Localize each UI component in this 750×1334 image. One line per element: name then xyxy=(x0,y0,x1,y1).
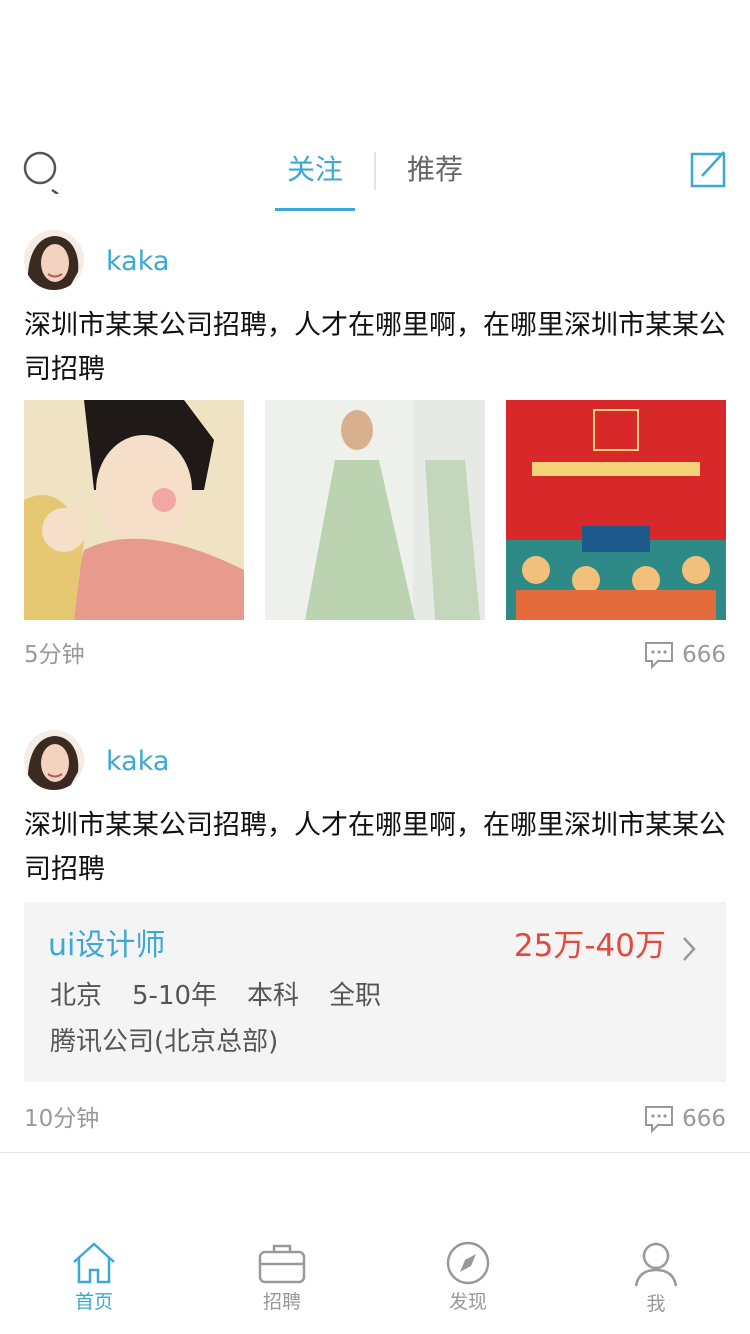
job-education: 本科 xyxy=(247,981,300,1011)
post-text: 深圳市某某公司招聘，人才在哪里啊，在哪里深圳市某某公司招聘 xyxy=(24,310,726,385)
comment-icon xyxy=(645,642,674,670)
job-company: 腾讯公司(北京总部) xyxy=(50,1027,279,1057)
divider xyxy=(0,1152,750,1153)
comment-count-value: 666 xyxy=(682,1106,726,1132)
tabbar-label: 招聘 xyxy=(262,1291,301,1313)
tabbar-item-profile[interactable]: 我 xyxy=(596,1240,716,1316)
tabbar-item-discover[interactable]: 发现 xyxy=(408,1240,528,1314)
top-bar: 关注 推荐 xyxy=(0,140,750,212)
username[interactable]: kaka xyxy=(106,744,169,780)
job-meta: 北京 5-10年 本科 全职 xyxy=(50,978,381,1014)
feed-tabs: 关注 推荐 xyxy=(0,140,750,212)
tab-follow[interactable]: 关注 xyxy=(287,150,343,190)
job-card[interactable]: ui设计师 25万-40万 北京 5-10年 本科 全职 腾讯公司(北京总部) xyxy=(24,902,726,1082)
comment-count[interactable]: 666 xyxy=(644,640,726,670)
home-icon xyxy=(73,1242,115,1284)
user-icon xyxy=(634,1242,678,1287)
edit-icon[interactable] xyxy=(690,150,726,188)
tabbar-item-home[interactable]: 首页 xyxy=(34,1240,154,1314)
active-tab-indicator xyxy=(275,208,355,211)
username[interactable]: kaka xyxy=(106,244,169,280)
post-text: 深圳市某某公司招聘，人才在哪里啊，在哪里深圳市某某公司招聘 xyxy=(24,810,726,885)
comment-count[interactable]: 666 xyxy=(644,1104,726,1134)
comment-icon xyxy=(645,1106,674,1134)
tabbar-label: 发现 xyxy=(448,1291,487,1313)
bottom-tab-bar: 首页 招聘 发现 我 xyxy=(0,1240,750,1334)
tab-divider xyxy=(374,152,376,190)
chevron-right-icon xyxy=(683,937,696,961)
job-city: 北京 xyxy=(50,981,103,1011)
avatar[interactable] xyxy=(24,230,84,290)
tab-recommend[interactable]: 推荐 xyxy=(407,150,463,190)
tabbar-label: 首页 xyxy=(74,1291,113,1313)
job-experience: 5-10年 xyxy=(132,981,218,1011)
job-title: ui设计师 xyxy=(48,928,166,963)
post-image[interactable] xyxy=(265,400,485,620)
post-time: 10分钟 xyxy=(24,1106,100,1132)
compass-icon xyxy=(446,1241,490,1285)
tabbar-item-jobs[interactable]: 招聘 xyxy=(222,1240,342,1314)
briefcase-icon xyxy=(258,1244,306,1284)
job-type: 全职 xyxy=(329,981,382,1011)
post-image[interactable] xyxy=(24,400,244,620)
post-image[interactable] xyxy=(506,400,726,620)
job-salary: 25万-40万 xyxy=(513,928,666,964)
avatar[interactable] xyxy=(24,730,84,790)
post-time: 5分钟 xyxy=(24,642,85,668)
tabbar-label: 我 xyxy=(646,1293,666,1315)
comment-count-value: 666 xyxy=(682,642,726,668)
